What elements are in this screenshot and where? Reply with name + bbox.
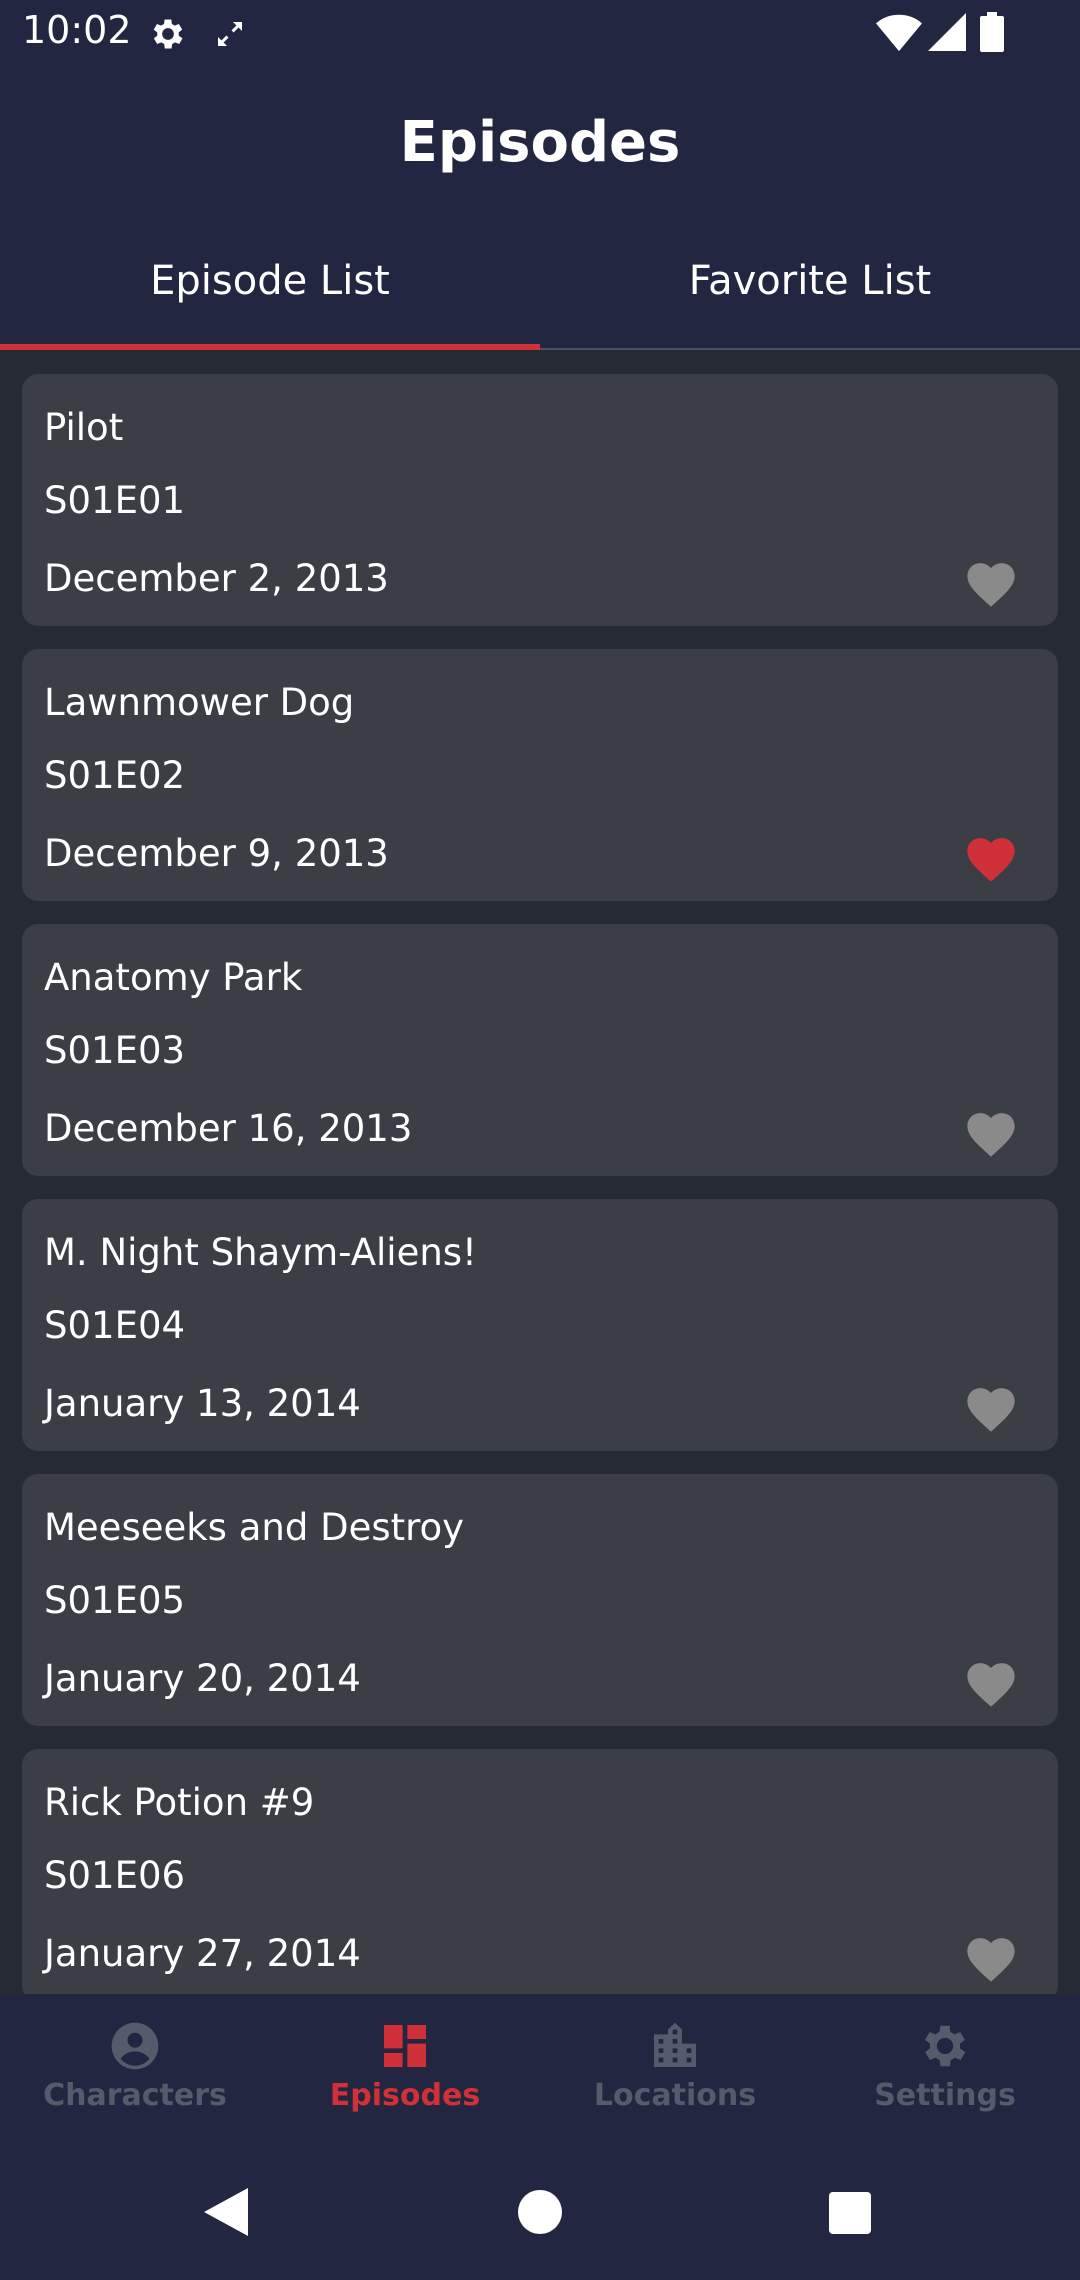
- nav-characters[interactable]: Characters: [0, 1994, 270, 2140]
- wifi-icon: [876, 14, 922, 52]
- heart-icon[interactable]: [962, 556, 1020, 608]
- sync-icon: [218, 22, 242, 46]
- gear-icon: [153, 19, 183, 49]
- nav-settings-label: Settings: [874, 2078, 1016, 2113]
- episode-title: Anatomy Park: [44, 956, 303, 999]
- nav-episodes[interactable]: Episodes: [270, 1994, 540, 2140]
- signal-icon: [928, 13, 966, 51]
- gear-icon: [924, 2025, 966, 2067]
- dashboard-icon: [384, 2025, 426, 2067]
- episode-air-date: December 2, 2013: [44, 557, 389, 600]
- episode-air-date: January 20, 2014: [44, 1657, 361, 1700]
- episode-card[interactable]: Pilot S01E01 December 2, 2013: [22, 374, 1058, 626]
- system-navigation-bar: [0, 2140, 1080, 2280]
- episode-list[interactable]: Pilot S01E01 December 2, 2013 Lawnmower …: [0, 350, 1080, 1994]
- episode-air-date: January 27, 2014: [44, 1932, 361, 1975]
- battery-icon: [980, 12, 1004, 52]
- person-icon: [111, 2022, 159, 2070]
- page-title: Episodes: [399, 110, 681, 175]
- episode-title: Rick Potion #9: [44, 1781, 315, 1824]
- episode-air-date: December 16, 2013: [44, 1107, 413, 1150]
- status-time: 10:02: [22, 8, 132, 52]
- nav-locations[interactable]: Locations: [540, 1994, 810, 2140]
- episode-card[interactable]: Anatomy Park S01E03 December 16, 2013: [22, 924, 1058, 1176]
- nav-settings[interactable]: Settings: [810, 1994, 1080, 2140]
- status-bar: 10:02: [0, 0, 1080, 66]
- heart-icon[interactable]: [962, 1656, 1020, 1708]
- nav-locations-label: Locations: [593, 2078, 757, 2113]
- episode-code: S01E05: [44, 1579, 186, 1622]
- episode-card[interactable]: M. Night Shaym-Aliens! S01E04 January 13…: [22, 1199, 1058, 1451]
- episode-card[interactable]: Rick Potion #9 S01E06 January 27, 2014: [22, 1749, 1058, 1994]
- tab-favorite-list[interactable]: Favorite List: [540, 226, 1080, 348]
- episode-card[interactable]: Lawnmower Dog S01E02 December 9, 2013: [22, 649, 1058, 901]
- home-icon[interactable]: [518, 2190, 562, 2234]
- heart-icon[interactable]: [962, 1381, 1020, 1433]
- episode-code: S01E06: [44, 1854, 186, 1897]
- heart-icon[interactable]: [962, 1931, 1020, 1983]
- tab-episode-list[interactable]: Episode List: [0, 226, 540, 348]
- episode-code: S01E02: [44, 754, 186, 797]
- back-icon[interactable]: [204, 2188, 248, 2236]
- episode-card[interactable]: Meeseeks and Destroy S01E05 January 20, …: [22, 1474, 1058, 1726]
- episode-code: S01E01: [44, 479, 186, 522]
- episode-title: Meeseeks and Destroy: [44, 1506, 465, 1549]
- nav-episodes-label: Episodes: [329, 2078, 481, 2113]
- episode-code: S01E04: [44, 1304, 186, 1347]
- heart-icon[interactable]: [962, 831, 1020, 883]
- episode-air-date: December 9, 2013: [44, 832, 389, 875]
- recent-apps-icon[interactable]: [829, 2192, 871, 2234]
- bottom-navigation: Characters Episodes Locations Settings: [0, 1994, 1080, 2140]
- app-bar: Episodes Episode List Favorite List: [0, 66, 1080, 350]
- heart-icon[interactable]: [962, 1106, 1020, 1158]
- city-icon: [654, 2022, 696, 2067]
- nav-characters-label: Characters: [43, 2078, 227, 2113]
- episode-air-date: January 13, 2014: [44, 1382, 361, 1425]
- episode-title: Pilot: [44, 406, 124, 449]
- episode-code: S01E03: [44, 1029, 186, 1072]
- episode-title: M. Night Shaym-Aliens!: [44, 1231, 477, 1274]
- episode-title: Lawnmower Dog: [44, 681, 355, 724]
